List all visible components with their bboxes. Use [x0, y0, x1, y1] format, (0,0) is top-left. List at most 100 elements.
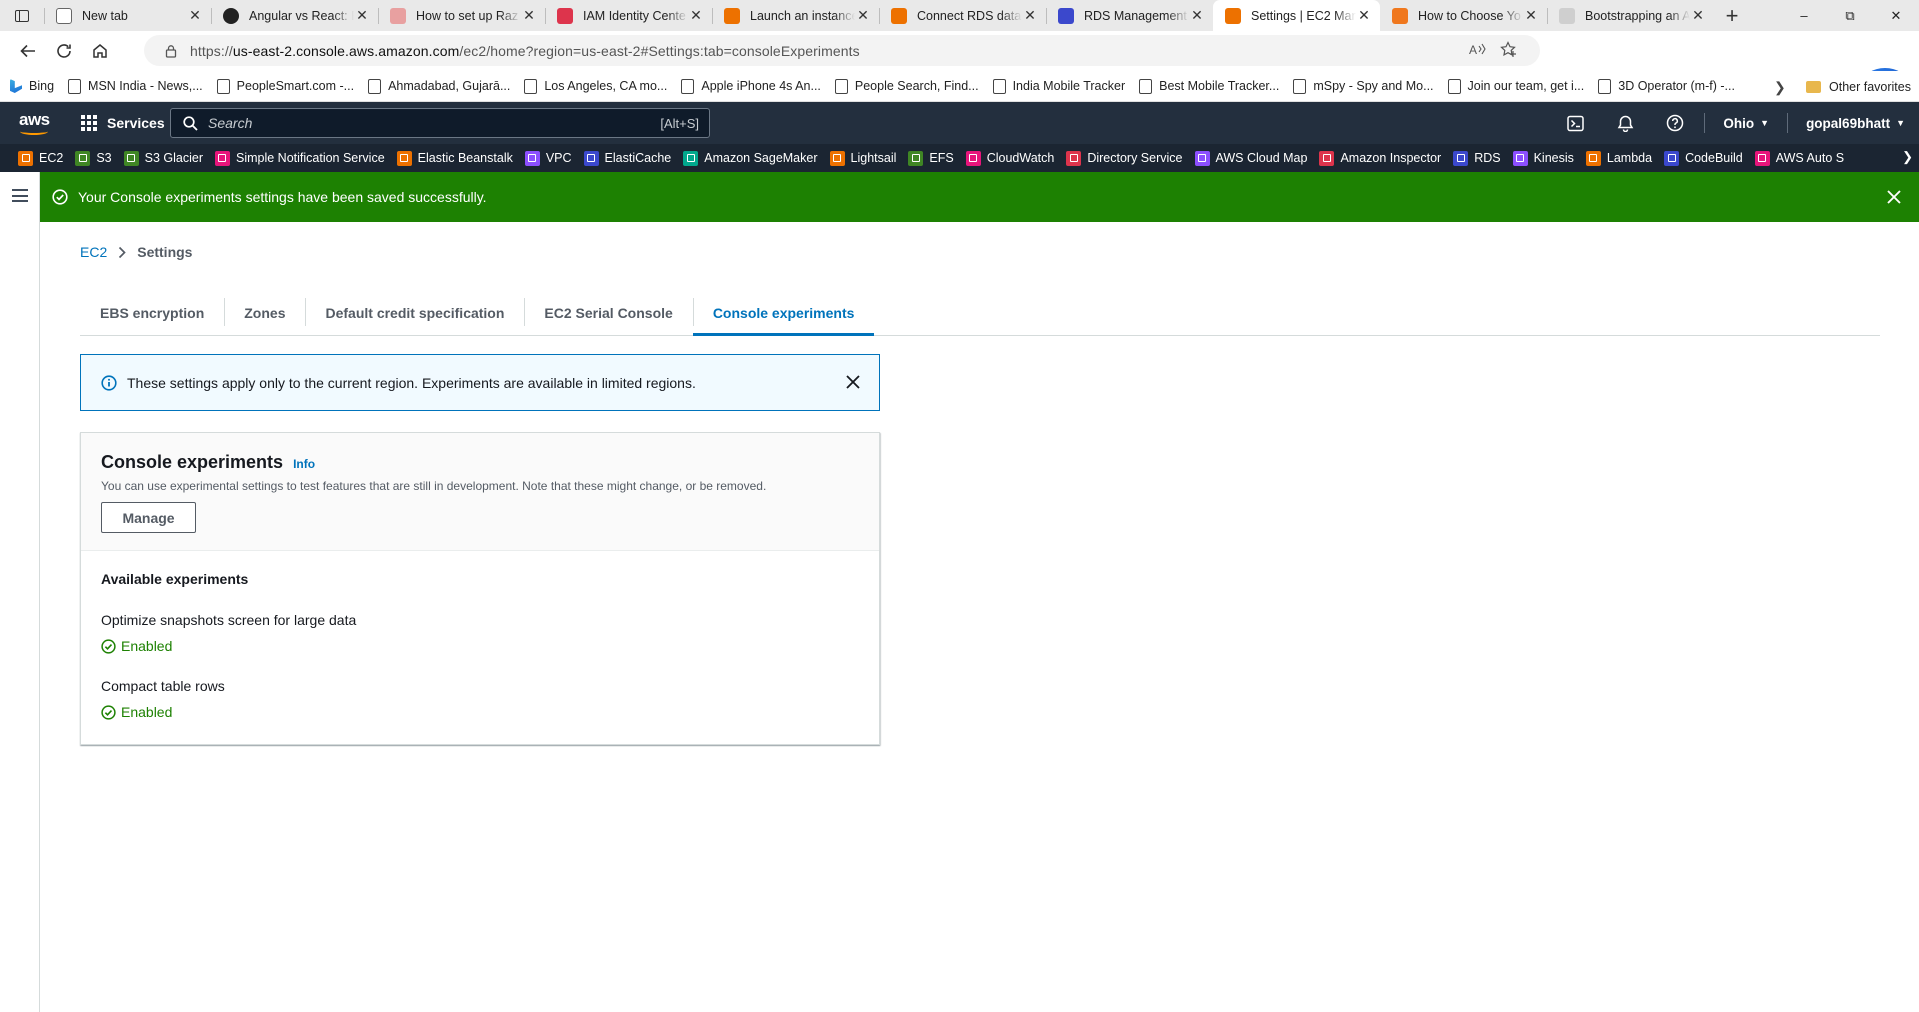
tab-close-icon[interactable]: ✕ — [187, 7, 203, 24]
settings-tab[interactable]: Default credit specification — [305, 290, 524, 335]
browser-tab[interactable]: RDS Management ✕ — [1046, 0, 1213, 31]
back-button[interactable] — [10, 33, 46, 69]
bookmark-item[interactable]: People Search, Find... — [834, 78, 979, 94]
bookmark-label: Apple iPhone 4s An... — [701, 79, 821, 93]
page-icon — [68, 78, 82, 94]
bookmark-item[interactable]: Ahmadabad, Gujarā... — [368, 78, 510, 94]
account-menu[interactable]: gopal69bhatt ▼ — [1792, 116, 1919, 131]
aws-favorite-item[interactable]: EFS — [908, 150, 954, 166]
page-icon — [216, 78, 230, 94]
refresh-button[interactable] — [46, 33, 82, 69]
browser-tab[interactable]: Launch an instance ✕ — [712, 0, 879, 31]
settings-tabs: EBS encryption Zones Default credit specif… — [80, 290, 1880, 336]
tab-close-icon[interactable]: ✕ — [855, 7, 871, 24]
read-aloud-icon[interactable]: A — [1469, 42, 1486, 57]
other-favorites-folder[interactable]: Other favorites — [1806, 71, 1911, 102]
aws-favorite-item[interactable]: ElastiCache — [583, 150, 671, 166]
window-close-icon[interactable]: ✕ — [1873, 0, 1919, 31]
bookmark-item[interactable]: MSN India - News,... — [68, 78, 203, 94]
minimize-icon[interactable]: – — [1781, 0, 1827, 31]
tab-close-icon[interactable]: ✕ — [1356, 7, 1372, 24]
browser-tab[interactable]: How to Choose Yo ✕ — [1380, 0, 1547, 31]
settings-tab[interactable]: EBS encryption — [80, 290, 224, 335]
bookmark-item[interactable]: PeopleSmart.com -... — [216, 78, 354, 94]
aws-orange-icon — [1225, 7, 1241, 24]
browser-tab[interactable]: Angular vs React: B ✕ — [211, 0, 378, 31]
settings-tab[interactable]: Zones — [224, 290, 305, 335]
aws-favorite-item[interactable]: Lightsail — [829, 150, 896, 166]
bookmark-item[interactable]: Join our team, get i... — [1447, 78, 1585, 94]
settings-tab[interactable]: EC2 Serial Console — [524, 290, 692, 335]
browser-tab[interactable]: Settings | EC2 Man ✕ — [1213, 0, 1380, 31]
notifications-bell-icon[interactable] — [1600, 115, 1650, 132]
aws-favorite-item[interactable]: RDS — [1453, 150, 1501, 166]
aws-favorite-item[interactable]: CodeBuild — [1664, 150, 1743, 166]
aws-favorite-item[interactable]: CloudWatch — [965, 150, 1054, 166]
dismiss-alert-icon[interactable] — [845, 374, 861, 390]
menu-hamburger-icon[interactable] — [12, 189, 28, 202]
bookmark-label: Join our team, get i... — [1467, 79, 1585, 93]
browser-tab[interactable]: Connect RDS datab ✕ — [879, 0, 1046, 31]
restore-icon[interactable]: ⧉ — [1827, 0, 1873, 31]
tab-close-icon[interactable]: ✕ — [1690, 7, 1706, 24]
bookmark-item[interactable]: Best Mobile Tracker... — [1139, 78, 1279, 94]
manage-button[interactable]: Manage — [101, 502, 196, 533]
aws-nav-right: Ohio ▼ gopal69bhatt ▼ — [1550, 102, 1919, 144]
aws-blue-icon — [1058, 7, 1074, 24]
aws-favorite-item[interactable]: Directory Service — [1066, 150, 1183, 166]
service-icon — [1066, 150, 1082, 166]
aws-favorite-item[interactable]: VPC — [524, 150, 572, 166]
aws-favorite-item[interactable]: S3 — [75, 150, 112, 166]
aws-search-input[interactable] — [208, 115, 661, 131]
service-icon — [1664, 150, 1680, 166]
favorites-scroll-right-icon[interactable]: ❯ — [1902, 149, 1913, 165]
bookmark-item[interactable]: India Mobile Tracker — [992, 78, 1125, 94]
bookmarks-overflow-icon[interactable]: ❯ — [1774, 79, 1786, 96]
new-tab-button[interactable]: + — [1714, 3, 1750, 29]
aws-smile-icon — [20, 128, 48, 135]
browser-tab[interactable]: How to set up Raz ✕ — [378, 0, 545, 31]
bookmark-item[interactable]: 3D Operator (m-f) -... — [1598, 78, 1735, 94]
bookmark-item[interactable]: mSpy - Spy and Mo... — [1293, 78, 1434, 94]
aws-favorite-item[interactable]: Elastic Beanstalk — [396, 150, 513, 166]
aws-favorite-item[interactable]: Amazon SageMaker — [683, 150, 818, 166]
url-scheme: https:// — [190, 42, 233, 59]
breadcrumb-ec2-link[interactable]: EC2 — [80, 244, 107, 260]
side-navigation-collapsed — [0, 172, 40, 1012]
services-menu-button[interactable]: Services — [81, 115, 165, 131]
aws-favorite-item[interactable]: AWS Cloud Map — [1194, 150, 1307, 166]
cloudshell-icon[interactable] — [1550, 115, 1600, 132]
bookmark-item[interactable]: Apple iPhone 4s An... — [681, 78, 821, 94]
tab-close-icon[interactable]: ✕ — [521, 7, 537, 24]
aws-favorite-item[interactable]: EC2 — [18, 150, 63, 166]
aws-favorite-item[interactable]: Simple Notification Service — [214, 150, 385, 166]
aws-favorite-item[interactable]: AWS Auto S — [1754, 150, 1844, 166]
url-text: https://us-east-2.console.aws.amazon.com… — [190, 43, 860, 59]
aws-logo[interactable]: aws — [18, 109, 51, 137]
dismiss-flash-icon[interactable] — [1885, 188, 1903, 206]
browser-tab[interactable]: IAM Identity Cente ✕ — [545, 0, 712, 31]
tab-close-icon[interactable]: ✕ — [354, 7, 370, 24]
url-bar[interactable]: https://us-east-2.console.aws.amazon.com… — [144, 35, 1540, 66]
tab-close-icon[interactable]: ✕ — [1022, 7, 1038, 24]
tab-close-icon[interactable]: ✕ — [1189, 7, 1205, 24]
tab-actions-icon[interactable] — [0, 0, 44, 31]
tab-close-icon[interactable]: ✕ — [688, 7, 704, 24]
add-favorite-icon[interactable] — [1500, 41, 1518, 58]
aws-favorite-item[interactable]: S3 Glacier — [123, 150, 203, 166]
aws-favorite-item[interactable]: Kinesis — [1512, 150, 1574, 166]
bookmark-item[interactable]: Bing — [10, 79, 54, 93]
aws-favorite-item[interactable]: Amazon Inspector — [1319, 150, 1441, 166]
home-button[interactable] — [82, 33, 118, 69]
info-link[interactable]: Info — [293, 457, 315, 471]
region-selector[interactable]: Ohio ▼ — [1709, 116, 1783, 131]
lock-icon[interactable] — [164, 44, 178, 58]
browser-tab[interactable]: Bootstrapping an A ✕ — [1547, 0, 1714, 31]
bookmark-item[interactable]: Los Angeles, CA mo... — [524, 78, 667, 94]
experiment-status-label: Enabled — [121, 638, 173, 654]
aws-favorite-item[interactable]: Lambda — [1585, 150, 1652, 166]
tab-close-icon[interactable]: ✕ — [1523, 7, 1539, 24]
browser-tab[interactable]: New tab ✕ — [44, 0, 211, 31]
help-icon[interactable] — [1650, 114, 1700, 132]
settings-tab[interactable]: Console experiments — [692, 290, 875, 336]
